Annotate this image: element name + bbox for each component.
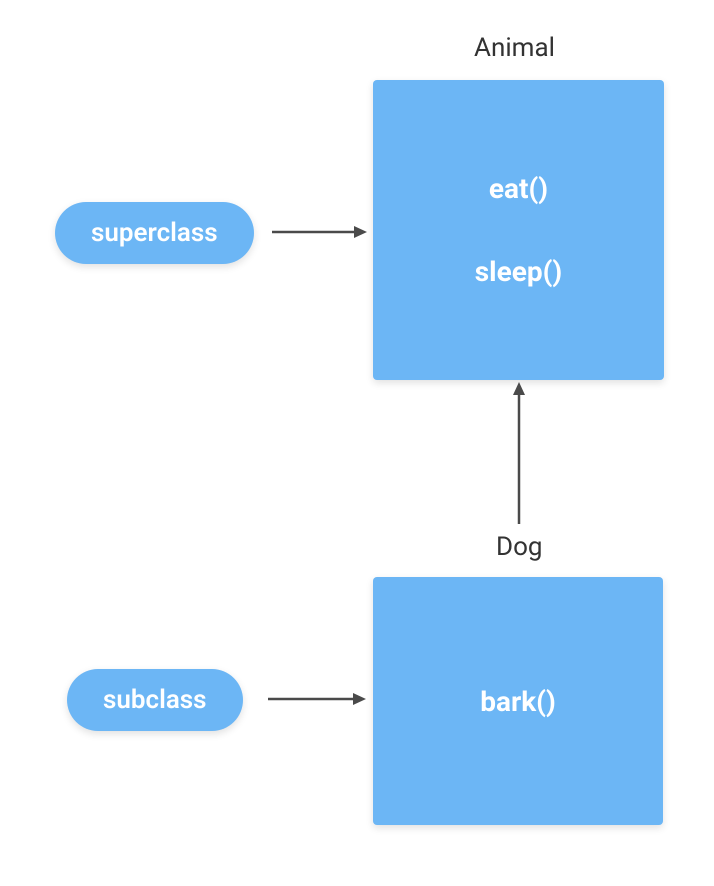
superclass-pill-label: superclass: [91, 218, 218, 248]
superclass-pill: superclass: [55, 202, 254, 264]
superclass-method-1: sleep(): [475, 255, 562, 288]
superclass-title: Animal: [474, 33, 555, 63]
subclass-box: bark(): [373, 577, 663, 825]
superclass-method-0: eat(): [489, 172, 548, 205]
arrow-up-icon: [507, 382, 532, 524]
subclass-title: Dog: [496, 532, 543, 562]
subclass-pill: subclass: [67, 669, 243, 731]
subclass-method-0: bark(): [480, 685, 556, 718]
arrow-right-icon: [268, 687, 366, 712]
superclass-box: eat() sleep(): [373, 80, 664, 380]
arrow-right-icon: [272, 220, 367, 245]
subclass-pill-label: subclass: [103, 685, 207, 715]
